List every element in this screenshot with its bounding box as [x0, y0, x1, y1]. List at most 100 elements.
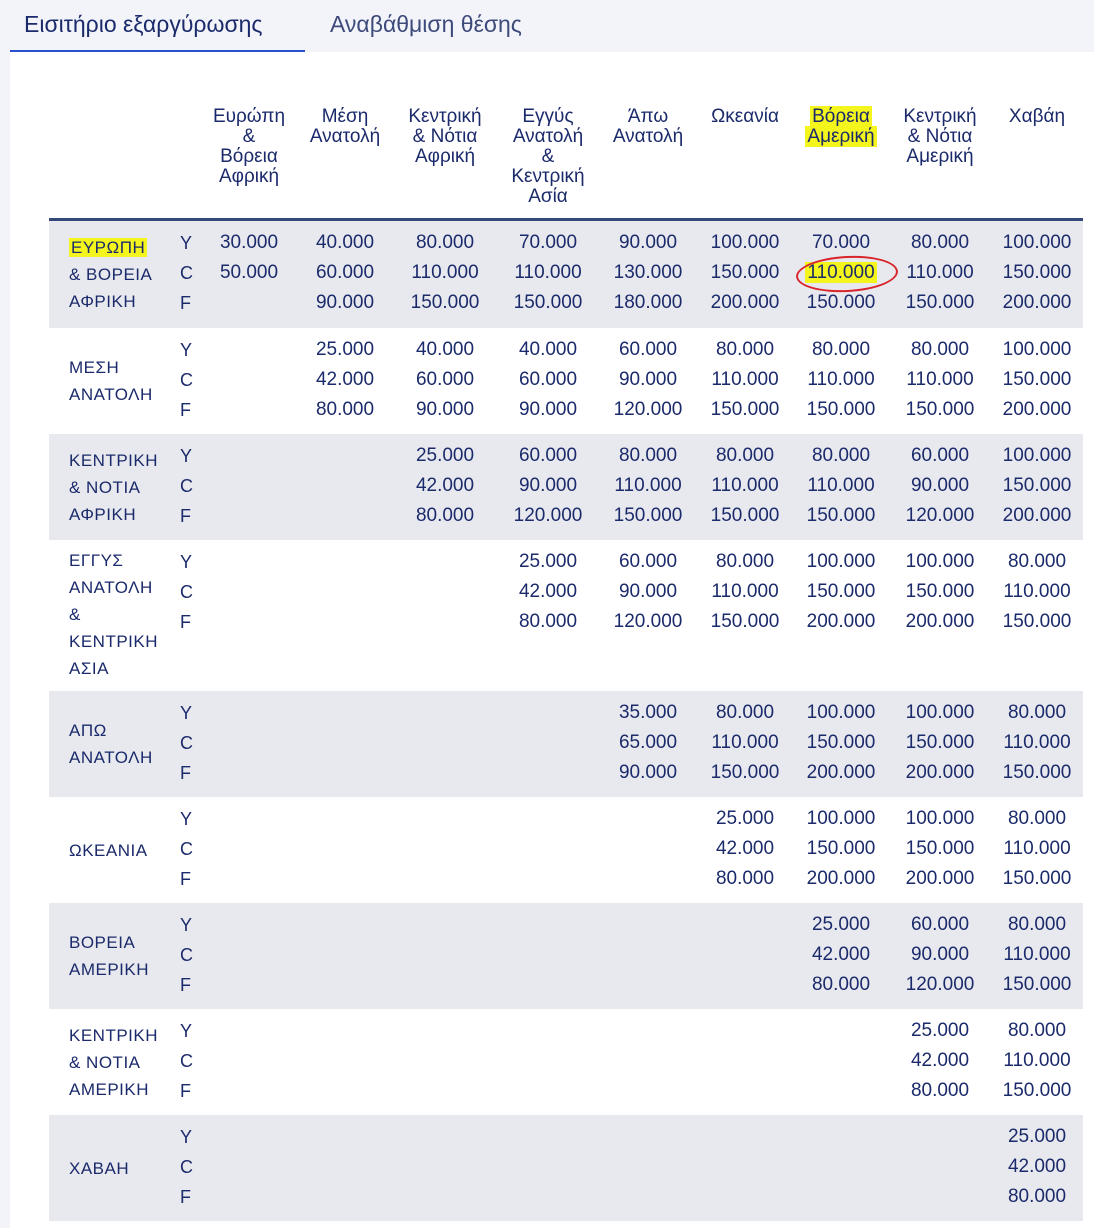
miles-value: 60.000	[415, 369, 475, 390]
miles-value: 110.000	[614, 475, 682, 496]
miles-value: 60.000	[618, 339, 678, 360]
cabin-class-label: F	[180, 506, 191, 526]
cabin-class-label: C	[180, 582, 193, 602]
cabin-class-label: F	[180, 763, 191, 783]
miles-value: 200.000	[806, 611, 876, 632]
miles-value: 110.000	[711, 581, 779, 602]
miles-value: 200.000	[1002, 292, 1072, 313]
miles-value: 150.000	[806, 505, 876, 526]
miles-value: 42.000	[415, 475, 475, 496]
miles-value: 80.000	[1007, 551, 1067, 572]
miles-value: 110.000	[1003, 581, 1071, 602]
miles-value: 80.000	[1007, 808, 1067, 829]
cabin-class-label: C	[180, 839, 193, 859]
miles-value: 110.000	[1003, 732, 1071, 753]
cabin-class-label: Y	[180, 809, 193, 829]
miles-value: 100.000	[905, 702, 975, 723]
miles-value: 100.000	[905, 808, 975, 829]
miles-value: 80.000	[811, 445, 871, 466]
miles-value: 150.000	[905, 732, 975, 753]
column-header: Ωκεανία	[711, 106, 779, 127]
miles-value: 70.000	[811, 232, 871, 253]
column-header: Μέση Ανατολή	[309, 106, 381, 147]
cabin-class-label: Y	[180, 552, 193, 572]
cabin-class-label: F	[180, 1187, 191, 1207]
miles-value: 100.000	[806, 551, 876, 572]
miles-value: 40.000	[518, 339, 578, 360]
miles-value: 80.000	[1007, 1020, 1067, 1041]
tab-redemption-ticket[interactable]: Εισιτήριο εξαργύρωσης	[10, 0, 305, 53]
row-region-label: ΕΓΓΥΣ ΑΝΑΤΟΛΗ & ΚΕΝΤΡΙΚΗ ΑΣΙΑ	[69, 551, 159, 678]
cabin-class-label: F	[180, 293, 191, 313]
miles-value: 100.000	[1002, 232, 1072, 253]
miles-value: 25.000	[811, 914, 871, 935]
miles-value: 200.000	[710, 292, 780, 313]
miles-value: 42.000	[1007, 1156, 1067, 1177]
miles-value: 90.000	[618, 762, 678, 783]
miles-value: 100.000	[1002, 339, 1072, 360]
miles-value: 120.000	[513, 505, 583, 526]
miles-value: 42.000	[518, 581, 578, 602]
miles-value: 150.000	[1002, 369, 1072, 390]
miles-value: 90.000	[618, 369, 678, 390]
miles-value: 25.000	[315, 339, 375, 360]
miles-value: 80.000	[415, 505, 475, 526]
cabin-class-label: Y	[180, 1127, 193, 1147]
miles-value: 110.000	[1003, 838, 1071, 859]
miles-value: 50.000	[219, 262, 279, 283]
miles-value: 150.000	[710, 505, 780, 526]
miles-value: 80.000	[1007, 914, 1067, 935]
cabin-class-label: F	[180, 1081, 191, 1101]
miles-value: 200.000	[806, 762, 876, 783]
miles-value: 60.000	[910, 914, 970, 935]
row-region-label: ΜΕΣΗ ΑΝΑΤΟΛΗ	[69, 358, 153, 404]
miles-value: 80.000	[715, 445, 775, 466]
miles-value: 150.000	[710, 262, 780, 283]
miles-value: 110.000	[711, 732, 779, 753]
miles-value: 90.000	[315, 292, 375, 313]
miles-value: 200.000	[1002, 505, 1072, 526]
miles-value: 150.000	[710, 611, 780, 632]
miles-value: 100.000	[806, 808, 876, 829]
row-region-label: ΩΚΕΑΝΙΑ	[69, 841, 148, 860]
miles-value: 42.000	[715, 838, 775, 859]
column-header: Χαβάη	[1008, 106, 1066, 127]
miles-value: 80.000	[811, 974, 871, 995]
miles-value: 90.000	[618, 232, 678, 253]
miles-value: 100.000	[905, 551, 975, 572]
miles-value: 60.000	[910, 445, 970, 466]
miles-value: 110.000	[807, 475, 875, 496]
column-header: Κεντρική & Νότια Αφρική	[408, 106, 482, 167]
miles-value: 120.000	[613, 399, 683, 420]
miles-value: 60.000	[518, 369, 578, 390]
row-region-label: ΧΑΒΑΗ	[69, 1159, 130, 1178]
cabin-class-label: C	[180, 733, 193, 753]
miles-value: 80.000	[715, 868, 775, 889]
miles-value: 150.000	[1002, 762, 1072, 783]
miles-value: 100.000	[710, 232, 780, 253]
miles-value: 25.000	[1007, 1126, 1067, 1147]
tab-seat-upgrade[interactable]: Αναβάθμιση θέσης	[330, 0, 522, 50]
miles-value: 65.000	[618, 732, 678, 753]
miles-value: 110.000	[1003, 944, 1071, 965]
miles-value: 80.000	[715, 551, 775, 572]
table-row	[49, 1115, 1083, 1221]
miles-value: 150.000	[1002, 974, 1072, 995]
cabin-class-label: F	[180, 975, 191, 995]
cabin-class-label: Y	[180, 1021, 193, 1041]
miles-value: 200.000	[905, 762, 975, 783]
row-region-label: ΚΕΝΤΡΙΚΗ & ΝΟΤΙΑ ΑΜΕΡΙΚΗ	[69, 1026, 159, 1099]
miles-value: 100.000	[806, 702, 876, 723]
miles-value: 100.000	[1002, 445, 1072, 466]
miles-value: 80.000	[1007, 1186, 1067, 1207]
miles-value: 150.000	[905, 581, 975, 602]
miles-value: 40.000	[415, 339, 475, 360]
miles-value: 120.000	[613, 611, 683, 632]
miles-value: 25.000	[415, 445, 475, 466]
miles-value: 30.000	[219, 232, 279, 253]
miles-value: 120.000	[905, 505, 975, 526]
miles-value: 200.000	[905, 868, 975, 889]
miles-value: 90.000	[910, 475, 970, 496]
row-region-label: ΑΠΩ ΑΝΑΤΟΛΗ	[69, 721, 153, 767]
cabin-class-label: F	[180, 400, 191, 420]
